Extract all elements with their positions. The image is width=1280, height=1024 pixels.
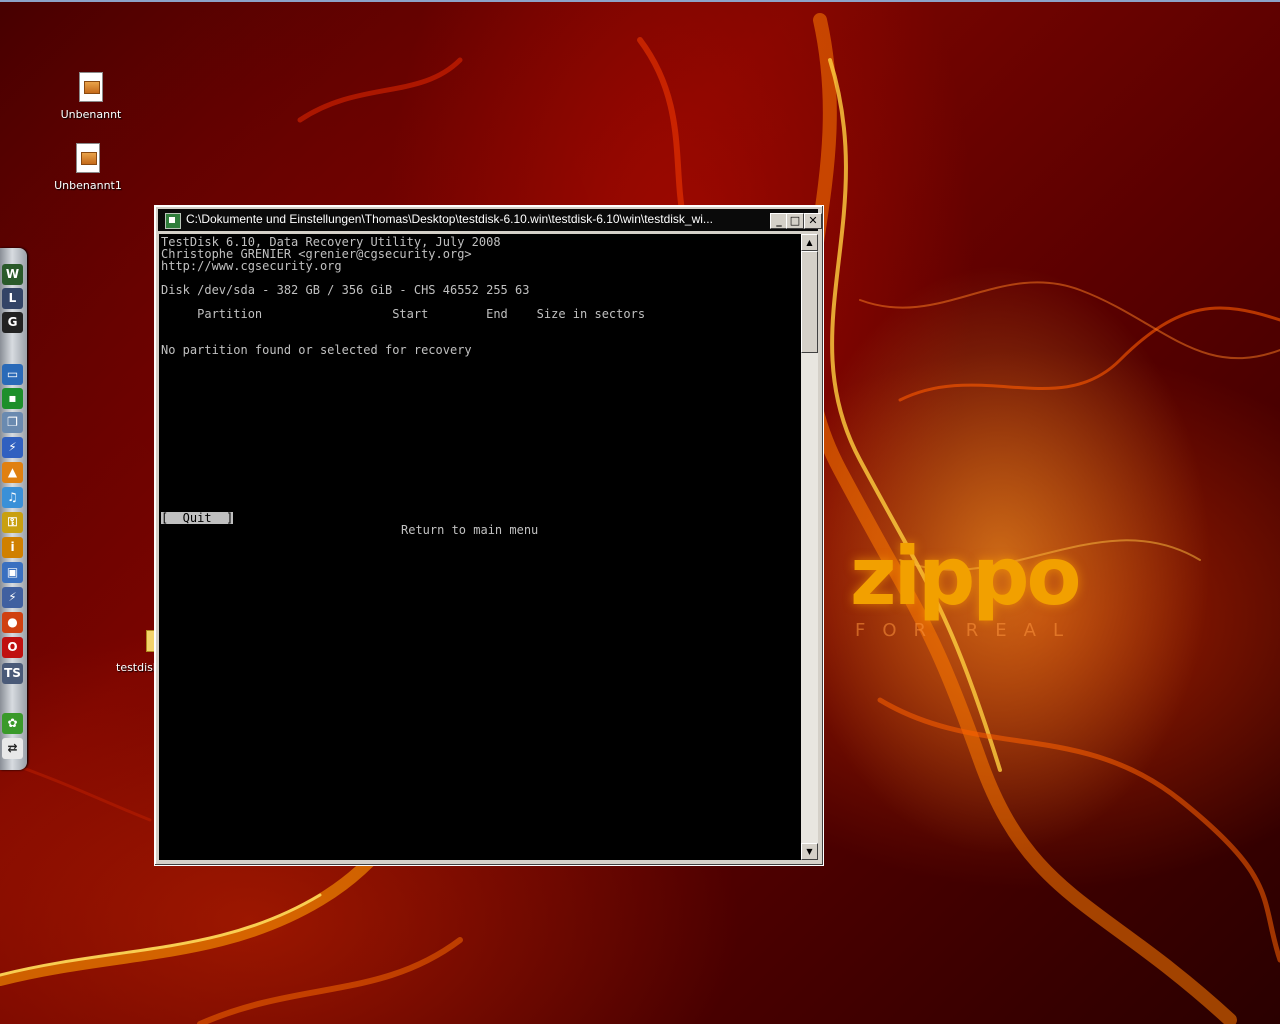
computer-icon[interactable]: ▣ bbox=[2, 562, 23, 583]
gamer-icon[interactable]: G bbox=[2, 312, 23, 333]
wallpaper-tagline: FOR REAL bbox=[855, 620, 1080, 641]
window-title: C:\Dokumente und Einstellungen\Thomas\De… bbox=[186, 212, 713, 226]
winamp-icon[interactable]: W bbox=[2, 264, 23, 285]
website-line: http://www.cgsecurity.org bbox=[161, 259, 342, 273]
status-message: No partition found or selected for recov… bbox=[161, 343, 472, 357]
cover-icon[interactable]: L bbox=[2, 288, 23, 309]
disk-info-line: Disk /dev/sda - 382 GB / 356 GiB - CHS 4… bbox=[161, 283, 530, 297]
keys-icon[interactable]: ⚿ bbox=[2, 512, 23, 533]
vertical-scrollbar[interactable]: ▲ ▼ bbox=[801, 234, 818, 860]
desktop-icon-unbenannt[interactable]: Unbenannt bbox=[51, 72, 131, 121]
monitor-icon[interactable]: ▭ bbox=[2, 364, 23, 385]
window-titlebar[interactable]: C:\Dokumente und Einstellungen\Thomas\De… bbox=[158, 209, 822, 231]
quick-launch-toolbar: W L G ▭ ▪ ❐ ⚡ ▲ ♫ ⚿ i ▣ ⚡ ● O TS ✿ ⇄ bbox=[0, 248, 27, 770]
console-app-icon[interactable] bbox=[165, 213, 181, 229]
firefox-icon[interactable]: ● bbox=[2, 612, 23, 633]
image-file-icon bbox=[79, 72, 103, 102]
vlc-icon[interactable]: ▲ bbox=[2, 462, 23, 483]
quit-option[interactable]: [ Quit ] bbox=[161, 512, 234, 524]
desktop-icon-unbenannt1[interactable]: Unbenannt1 bbox=[48, 143, 128, 192]
maximize-button[interactable]: □ bbox=[786, 213, 804, 229]
wallpaper-logo: zippo bbox=[850, 530, 1081, 623]
info-icon[interactable]: i bbox=[2, 537, 23, 558]
scroll-up-button[interactable]: ▲ bbox=[801, 234, 818, 251]
network-icon[interactable]: ▪ bbox=[2, 388, 23, 409]
close-button[interactable]: ✕ bbox=[804, 213, 822, 229]
copy-icon[interactable]: ❐ bbox=[2, 412, 23, 433]
console-output[interactable]: TestDisk 6.10, Data Recovery Utility, Ju… bbox=[159, 234, 801, 860]
scroll-down-button[interactable]: ▼ bbox=[801, 843, 818, 860]
desktop-icon-label[interactable]: testdisk bbox=[116, 661, 159, 674]
image-file-icon bbox=[76, 143, 100, 173]
scroll-thumb[interactable] bbox=[801, 251, 818, 353]
console-window[interactable]: C:\Dokumente und Einstellungen\Thomas\De… bbox=[154, 205, 824, 866]
desktop-icon-label: Unbenannt bbox=[60, 108, 122, 121]
lightning-icon[interactable]: ⚡ bbox=[2, 587, 23, 608]
menu-hint: Return to main menu bbox=[401, 523, 539, 537]
desktop-icon-label: Unbenannt1 bbox=[54, 179, 122, 192]
icq-icon[interactable]: ✿ bbox=[2, 713, 23, 734]
itunes-icon[interactable]: ♫ bbox=[2, 487, 23, 508]
partition-header: Partition Start End Size in sectors bbox=[161, 307, 646, 321]
opera-icon[interactable]: O bbox=[2, 637, 23, 658]
ts-icon[interactable]: TS bbox=[2, 663, 23, 684]
remote-icon[interactable]: ⇄ bbox=[2, 738, 23, 759]
flash-icon[interactable]: ⚡ bbox=[2, 437, 23, 458]
